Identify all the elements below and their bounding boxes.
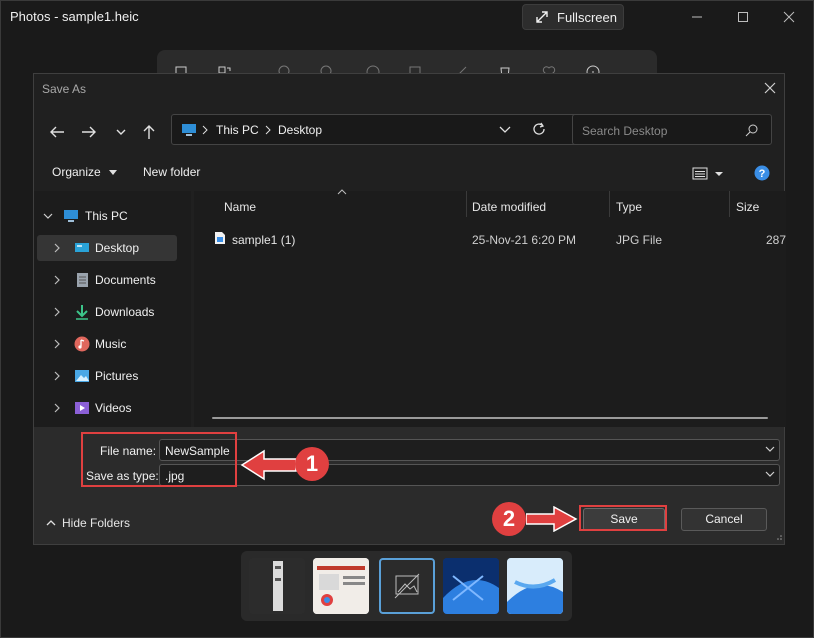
view-options-button[interactable] [692,166,728,182]
nav-item-desktop[interactable]: Desktop [37,235,177,261]
filmstrip-thumbnail[interactable] [443,558,499,614]
recent-chevron-icon[interactable] [110,122,132,142]
nav-item-videos[interactable]: Videos [37,395,177,421]
videos-icon [74,400,90,416]
address-dropdown-icon[interactable] [499,126,511,134]
table-row[interactable]: sample1 (1) 25-Nov-21 6:20 PM JPG File 2… [194,225,786,251]
desktop-icon [74,240,90,256]
dialog-close-icon[interactable] [762,80,778,96]
app-title: Photos - sample1.heic [10,9,139,24]
column-header-name[interactable]: Name [224,200,256,214]
filmstrip-thumbnail[interactable] [249,558,305,614]
file-type: JPG File [616,233,663,247]
file-name: sample1 (1) [232,233,296,247]
navigation-pane: This PC Desktop Documents Downloads Musi… [34,191,191,491]
chevron-right-icon[interactable] [54,275,61,285]
cancel-button[interactable]: Cancel [681,508,767,531]
documents-icon [74,272,90,288]
annotation-highlight-fields [81,432,237,487]
close-app-button[interactable] [766,6,812,28]
column-divider[interactable] [466,191,467,217]
horizontal-scrollbar[interactable] [212,417,768,419]
forward-arrow-icon[interactable] [78,122,100,142]
annotation-highlight-save [579,505,667,531]
hide-folders-button[interactable]: Hide Folders [46,515,130,530]
resize-grip-icon[interactable] [775,534,783,542]
breadcrumb-separator-icon [265,125,271,135]
up-arrow-icon[interactable] [138,122,160,142]
file-size: 287 [766,233,787,247]
chevron-right-icon[interactable] [54,403,61,413]
filmstrip-thumbnail[interactable] [313,558,369,614]
annotation-arrow-1 [240,447,298,483]
expanded-chevron-icon[interactable] [43,213,53,220]
column-header-date[interactable]: Date modified [472,200,546,214]
filmstrip [241,551,572,621]
search-icon [745,123,759,137]
chevron-right-icon[interactable] [54,307,61,317]
chevron-right-icon[interactable] [54,371,61,381]
nav-item-documents[interactable]: Documents [37,267,177,293]
svg-text:?: ? [759,168,766,180]
chevron-right-icon[interactable] [54,339,61,349]
column-header-type[interactable]: Type [616,200,642,214]
pc-icon [181,123,197,137]
file-date: 25-Nov-21 6:20 PM [472,233,577,247]
file-icon [214,231,226,245]
column-header-size[interactable]: Size [736,200,759,214]
expand-icon [535,10,549,24]
music-icon [74,336,90,352]
sort-caret-icon [337,189,347,195]
filmstrip-thumbnail[interactable] [507,558,563,614]
fullscreen-button[interactable]: Fullscreen [522,4,624,30]
nav-item-downloads[interactable]: Downloads [37,299,177,325]
column-divider[interactable] [729,191,730,217]
annotation-arrow-2 [526,506,578,532]
search-input[interactable] [580,121,744,141]
pictures-icon [74,368,90,384]
dialog-title: Save As [42,82,87,96]
maximize-button[interactable] [720,6,766,28]
address-bar[interactable]: This PC Desktop [171,114,585,145]
nav-item-music[interactable]: Music [37,331,177,357]
organize-button[interactable]: Organize [52,165,118,179]
chevron-down-icon[interactable] [765,471,775,478]
breadcrumb-this-pc[interactable]: This PC [216,123,259,137]
annotation-step-2: 2 [492,502,526,536]
chevron-right-icon[interactable] [54,243,61,253]
breadcrumb-desktop[interactable]: Desktop [278,123,322,137]
nav-item-pictures[interactable]: Pictures [37,363,177,389]
chevron-down-icon[interactable] [765,446,775,453]
new-folder-button[interactable]: New folder [143,165,200,179]
column-divider[interactable] [609,191,610,217]
back-arrow-icon[interactable] [46,122,68,142]
filmstrip-thumbnail-selected[interactable] [379,558,435,614]
annotation-step-1: 1 [295,447,329,481]
breadcrumb-separator-icon [202,125,208,135]
minimize-button[interactable] [674,6,720,28]
search-box[interactable] [572,114,772,145]
nav-item-this-pc[interactable]: This PC [34,203,174,229]
refresh-icon[interactable] [531,121,547,137]
monitor-icon [63,208,79,224]
help-icon[interactable]: ? [754,165,770,181]
downloads-icon [74,304,90,320]
file-list: Name Date modified Type Size sample1 (1)… [194,189,786,427]
